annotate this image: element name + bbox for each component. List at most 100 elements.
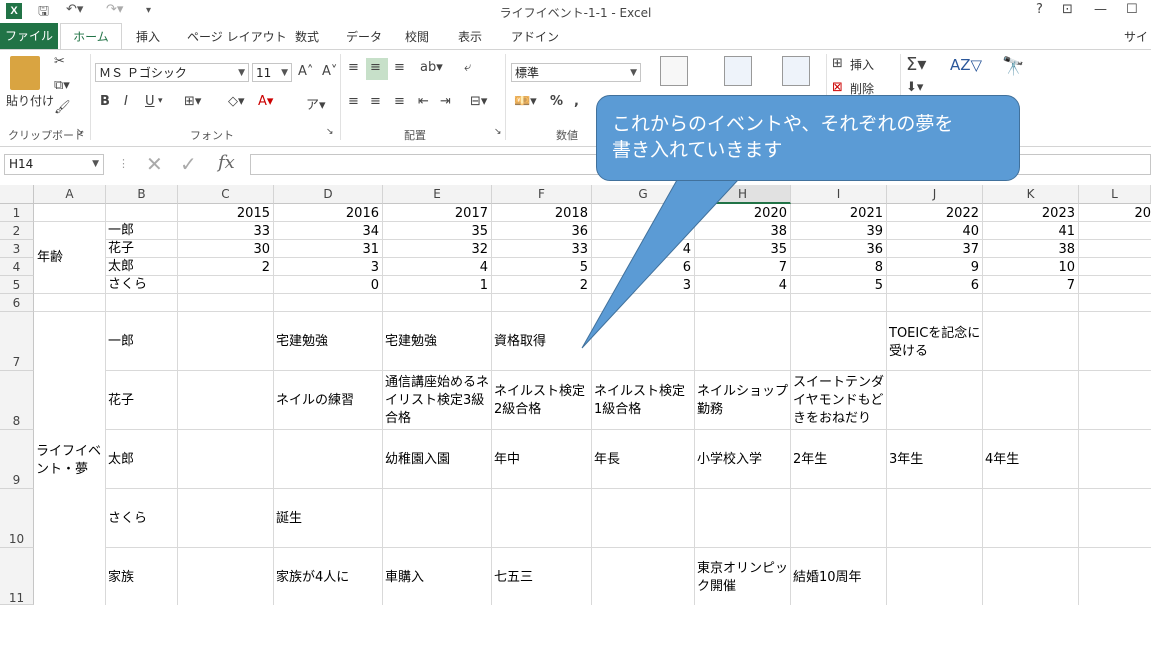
column-header-j[interactable]: J bbox=[887, 185, 983, 204]
cell-e1[interactable]: 2017 bbox=[383, 205, 488, 223]
align-bottom-icon[interactable]: ≡ bbox=[394, 60, 405, 75]
cell-f8[interactable]: ネイルスト検定2級合格 bbox=[494, 383, 591, 419]
dialog-launcher-icon[interactable]: ↘ bbox=[494, 127, 502, 137]
tab-view[interactable]: 表示 bbox=[458, 28, 482, 45]
cell-d7[interactable]: 宅建勉強 bbox=[276, 333, 328, 351]
cell-j7[interactable]: TOEICを記念に受ける bbox=[889, 325, 981, 361]
column-header-l[interactable]: L bbox=[1079, 185, 1151, 204]
cell-i1[interactable]: 2021 bbox=[791, 205, 883, 223]
conditional-formatting-icon[interactable] bbox=[660, 56, 688, 86]
comma-button[interactable]: , bbox=[574, 94, 579, 109]
row-header-4[interactable]: 4 bbox=[0, 258, 34, 276]
cell-c4[interactable]: 2 bbox=[178, 259, 270, 277]
enter-icon[interactable]: ✓ bbox=[180, 152, 197, 176]
sort-filter-icon[interactable]: AZ▽ bbox=[950, 56, 982, 74]
tab-file[interactable]: ファイル bbox=[0, 23, 58, 49]
insert-function-button[interactable]: fx bbox=[218, 152, 235, 173]
cell-d5[interactable]: 0 bbox=[274, 277, 379, 295]
tab-home[interactable]: ホーム bbox=[60, 23, 122, 51]
bold-button[interactable]: B bbox=[100, 94, 110, 109]
cell-c3[interactable]: 30 bbox=[178, 241, 270, 259]
tab-addins[interactable]: アドイン bbox=[511, 28, 559, 45]
cell-f9[interactable]: 年中 bbox=[494, 451, 520, 469]
row-header-2[interactable]: 2 bbox=[0, 222, 34, 240]
cell-a2-age-label[interactable]: 年齢 bbox=[37, 249, 63, 267]
cell-d1[interactable]: 2016 bbox=[274, 205, 379, 223]
cell-b5[interactable]: さくら bbox=[108, 276, 147, 294]
accounting-format-icon[interactable]: 💴▾ bbox=[514, 94, 537, 109]
insert-cells-icon[interactable]: ⊞ bbox=[832, 56, 843, 71]
cell-b10[interactable]: さくら bbox=[108, 510, 147, 528]
column-header-a[interactable]: A bbox=[34, 185, 106, 204]
row-header-1[interactable]: 1 bbox=[0, 204, 34, 222]
fill-color-icon[interactable]: ◇▾ bbox=[228, 94, 245, 109]
decrease-indent-icon[interactable]: ⇤ bbox=[418, 94, 429, 109]
row-header-9[interactable]: 9 bbox=[0, 430, 34, 489]
cell-i8[interactable]: スイートテンダイヤモンドもどきをおねだり bbox=[793, 374, 885, 428]
cell-i4[interactable]: 8 bbox=[791, 259, 883, 277]
cell-d10[interactable]: 誕生 bbox=[276, 510, 302, 528]
cell-g8[interactable]: ネイルスト検定1級合格 bbox=[594, 383, 693, 419]
column-header-k[interactable]: K bbox=[983, 185, 1079, 204]
cell-e9[interactable]: 幼稚園入園 bbox=[385, 451, 450, 469]
font-name-combo[interactable]: ＭＳ Ｐゴシック ▼ bbox=[95, 63, 249, 82]
cell-b9[interactable]: 太郎 bbox=[108, 451, 134, 469]
cell-d4[interactable]: 3 bbox=[274, 259, 379, 277]
insert-cells-button[interactable]: 挿入 bbox=[850, 56, 874, 73]
cell-e3[interactable]: 32 bbox=[383, 241, 488, 259]
maximize-icon[interactable]: ☐ bbox=[1126, 2, 1138, 17]
phonetic-icon[interactable]: ア▾ bbox=[306, 94, 326, 113]
cell-k9[interactable]: 4年生 bbox=[985, 451, 1019, 469]
cell-d3[interactable]: 31 bbox=[274, 241, 379, 259]
merge-center-icon[interactable]: ⊟▾ bbox=[470, 94, 487, 109]
cut-icon[interactable]: ✂ bbox=[54, 54, 65, 69]
cell-j4[interactable]: 9 bbox=[887, 259, 979, 277]
shrink-font-icon[interactable]: A˅ bbox=[322, 64, 337, 79]
cell-b8[interactable]: 花子 bbox=[108, 392, 134, 410]
column-header-i[interactable]: I bbox=[791, 185, 887, 204]
cancel-icon[interactable]: ✕ bbox=[146, 152, 163, 176]
dialog-launcher-icon[interactable]: ↘ bbox=[326, 127, 334, 137]
cell-k2[interactable]: 41 bbox=[983, 223, 1075, 241]
select-all-corner[interactable] bbox=[0, 185, 34, 204]
tab-insert[interactable]: 挿入 bbox=[136, 28, 160, 45]
percent-button[interactable]: % bbox=[550, 94, 563, 109]
cell-e11[interactable]: 車購入 bbox=[385, 569, 424, 587]
cell-e2[interactable]: 35 bbox=[383, 223, 488, 241]
borders-icon[interactable]: ⊞▾ bbox=[184, 94, 201, 109]
tab-review[interactable]: 校閲 bbox=[405, 28, 429, 45]
cell-j1[interactable]: 2022 bbox=[887, 205, 979, 223]
underline-button[interactable]: U bbox=[145, 94, 155, 109]
row-header-10[interactable]: 10 bbox=[0, 489, 34, 548]
cell-e4[interactable]: 4 bbox=[383, 259, 488, 277]
grow-font-icon[interactable]: A˄ bbox=[298, 64, 313, 79]
cell-d8[interactable]: ネイルの練習 bbox=[276, 392, 354, 410]
cell-j5[interactable]: 6 bbox=[887, 277, 979, 295]
autosum-icon[interactable]: Σ▾ bbox=[906, 54, 926, 75]
tab-page-layout[interactable]: ページ レイアウト bbox=[187, 28, 287, 45]
cell-i9[interactable]: 2年生 bbox=[793, 451, 827, 469]
cell-b7[interactable]: 一郎 bbox=[108, 333, 134, 351]
format-as-table-icon[interactable] bbox=[724, 56, 752, 86]
cell-i2[interactable]: 39 bbox=[791, 223, 883, 241]
cell-i3[interactable]: 36 bbox=[791, 241, 883, 259]
copy-icon[interactable]: ⧉▾ bbox=[54, 78, 70, 93]
row-header-3[interactable]: 3 bbox=[0, 240, 34, 258]
tab-data[interactable]: データ bbox=[346, 28, 382, 45]
row-header-6[interactable]: 6 bbox=[0, 294, 34, 312]
wrap-text-icon[interactable]: ⤶ bbox=[464, 60, 471, 75]
fill-icon[interactable]: ⬇▾ bbox=[906, 80, 923, 95]
cell-j3[interactable]: 37 bbox=[887, 241, 979, 259]
minimize-icon[interactable]: — bbox=[1094, 2, 1107, 17]
font-size-combo[interactable]: 11 ▼ bbox=[252, 63, 292, 82]
align-center-icon[interactable]: ≡ bbox=[370, 94, 381, 109]
cell-j2[interactable]: 40 bbox=[887, 223, 979, 241]
cell-h9[interactable]: 小学校入学 bbox=[697, 451, 762, 469]
paste-icon[interactable] bbox=[10, 56, 40, 90]
row-header-8[interactable]: 8 bbox=[0, 371, 34, 430]
column-header-c[interactable]: C bbox=[178, 185, 274, 204]
cell-k3[interactable]: 38 bbox=[983, 241, 1075, 259]
cell-h11[interactable]: 東京オリンピック開催 bbox=[697, 560, 789, 596]
cell-g9[interactable]: 年長 bbox=[594, 451, 620, 469]
cell-c2[interactable]: 33 bbox=[178, 223, 270, 241]
